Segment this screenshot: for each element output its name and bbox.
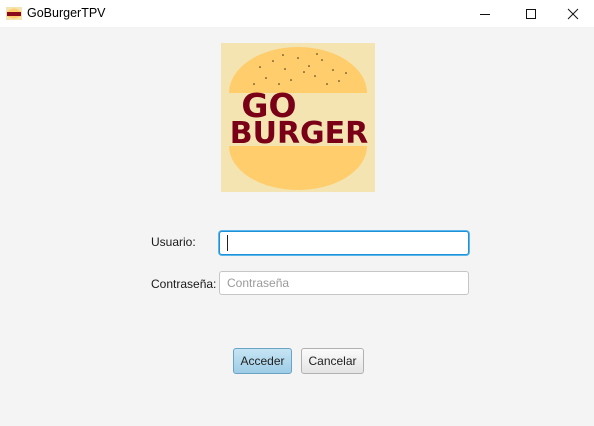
accept-button[interactable]: Acceder <box>233 348 292 374</box>
password-input[interactable] <box>219 271 469 295</box>
logo-text-burger: BURGER <box>230 116 369 151</box>
maximize-icon <box>526 8 536 19</box>
goburger-logo: GO BURGER <box>221 43 375 192</box>
close-icon <box>567 8 579 19</box>
minimize-button[interactable] <box>462 0 508 27</box>
app-icon <box>6 7 22 20</box>
window-title: GoBurgerTPV <box>27 6 106 20</box>
minimize-icon <box>480 13 490 15</box>
user-input[interactable] <box>219 231 469 255</box>
user-label: Usuario: <box>151 235 196 249</box>
close-button[interactable] <box>550 0 594 27</box>
password-label: Contraseña: <box>151 277 217 291</box>
maximize-button[interactable] <box>508 0 554 27</box>
cancel-button[interactable]: Cancelar <box>301 348 364 374</box>
title-bar: GoBurgerTPV <box>0 0 594 27</box>
text-caret <box>227 235 228 251</box>
